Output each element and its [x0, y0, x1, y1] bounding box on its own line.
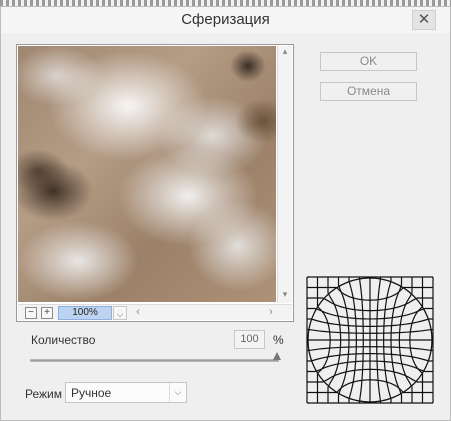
scroll-up-arrow-icon[interactable]: ▴: [278, 46, 292, 57]
zoom-in-button[interactable]: +: [41, 307, 53, 319]
preview-image[interactable]: [18, 46, 276, 302]
cancel-button[interactable]: Отмена: [320, 82, 417, 101]
amount-input[interactable]: 100: [234, 330, 265, 349]
spherize-dialog: Сферизация ✕ ▴ ▾ − + 100% ⌵ ‹ › OK Отмен…: [0, 6, 451, 421]
chevron-down-icon: ⌵: [169, 383, 186, 402]
zoom-dropdown-button[interactable]: ⌵: [113, 306, 127, 320]
preview-panel[interactable]: ▴ ▾ − + 100% ⌵ ‹ ›: [16, 44, 294, 322]
amount-label: Количество: [31, 333, 96, 347]
title-bar: Сферизация ✕: [1, 7, 450, 33]
chevron-down-icon: ⌵: [116, 309, 124, 319]
mode-select[interactable]: Ручное ⌵: [65, 382, 187, 403]
mode-selected-value: Ручное: [71, 386, 112, 400]
zoom-level-field[interactable]: 100%: [58, 306, 112, 320]
amount-slider-fill: [31, 360, 278, 361]
scroll-down-arrow-icon[interactable]: ▾: [278, 289, 292, 300]
preview-bottom-bar: − + 100% ⌵ ‹ ›: [18, 304, 292, 320]
scroll-right-arrow-icon[interactable]: ›: [264, 306, 278, 318]
scroll-left-arrow-icon[interactable]: ‹: [131, 306, 145, 318]
dialog-title: Сферизация: [181, 11, 270, 28]
close-button[interactable]: ✕: [412, 10, 436, 30]
amount-slider-thumb[interactable]: [273, 352, 281, 360]
vertical-scrollbar[interactable]: ▴ ▾: [277, 46, 292, 303]
amount-slider[interactable]: [30, 359, 279, 362]
ok-button[interactable]: OK: [320, 52, 417, 71]
plus-icon: +: [44, 307, 50, 318]
zoom-out-button[interactable]: −: [25, 307, 37, 319]
spherize-grid-icon: [305, 275, 435, 405]
mode-label: Режим: [25, 387, 62, 401]
minus-icon: −: [28, 307, 34, 318]
close-icon: ✕: [417, 11, 431, 28]
amount-unit: %: [273, 333, 284, 347]
